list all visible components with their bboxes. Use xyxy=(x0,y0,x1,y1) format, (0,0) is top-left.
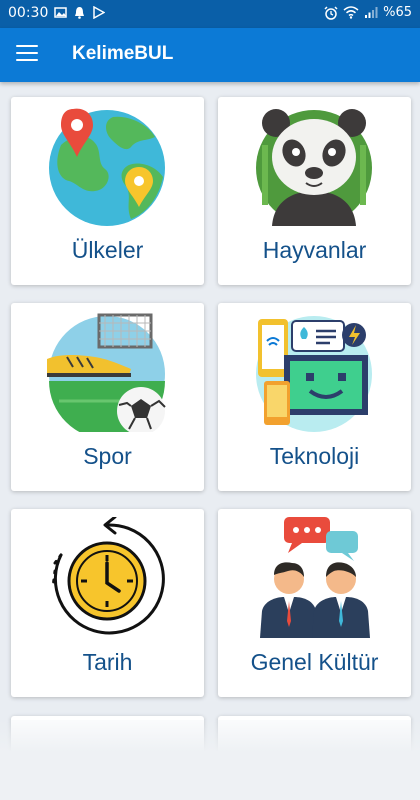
category-card-teknoloji[interactable]: Teknoloji xyxy=(218,303,411,491)
hamburger-menu-icon[interactable] xyxy=(16,45,38,63)
category-label: Spor xyxy=(83,443,132,469)
wifi-icon xyxy=(343,6,359,19)
category-card-ulkeler[interactable]: Ülkeler xyxy=(11,97,204,285)
technology-devices-icon xyxy=(256,316,372,432)
category-label: Ülkeler xyxy=(71,237,144,263)
status-right: %65 xyxy=(324,5,412,20)
image-icon xyxy=(54,7,67,18)
category-card-hayvanlar[interactable]: Hayvanlar xyxy=(218,97,411,285)
history-clock-icon xyxy=(51,517,165,635)
alarm-icon xyxy=(324,5,338,20)
app-title: KelimeBUL xyxy=(72,43,174,64)
status-time: 00:30 xyxy=(8,5,49,21)
people-conversation-icon xyxy=(260,517,370,638)
status-left-icons xyxy=(54,6,105,19)
category-card-tarih[interactable]: Tarih xyxy=(11,509,204,697)
category-label: Genel Kültür xyxy=(250,649,379,675)
category-label: Hayvanlar xyxy=(262,237,367,263)
football-icon xyxy=(47,313,166,432)
category-card-spor[interactable]: Spor xyxy=(11,303,204,491)
category-label: Teknoloji xyxy=(269,443,360,469)
panda-icon xyxy=(256,109,372,226)
app-bar: KelimeBUL xyxy=(0,28,420,82)
globe-map-pin-icon xyxy=(49,108,165,226)
play-store-icon xyxy=(93,6,105,19)
category-label: Tarih xyxy=(82,649,133,675)
bottom-fade-overlay xyxy=(0,720,420,800)
battery-level: %65 xyxy=(383,5,412,20)
signal-icon xyxy=(365,7,378,18)
status-bar: 00:30 %65 xyxy=(0,0,420,28)
notification-icon xyxy=(75,7,84,19)
category-card-genel-kultur[interactable]: Genel Kültür xyxy=(218,509,411,697)
category-grid: Ülkeler Hayvanlar Spor Teknoloji Tarih G… xyxy=(0,82,420,800)
